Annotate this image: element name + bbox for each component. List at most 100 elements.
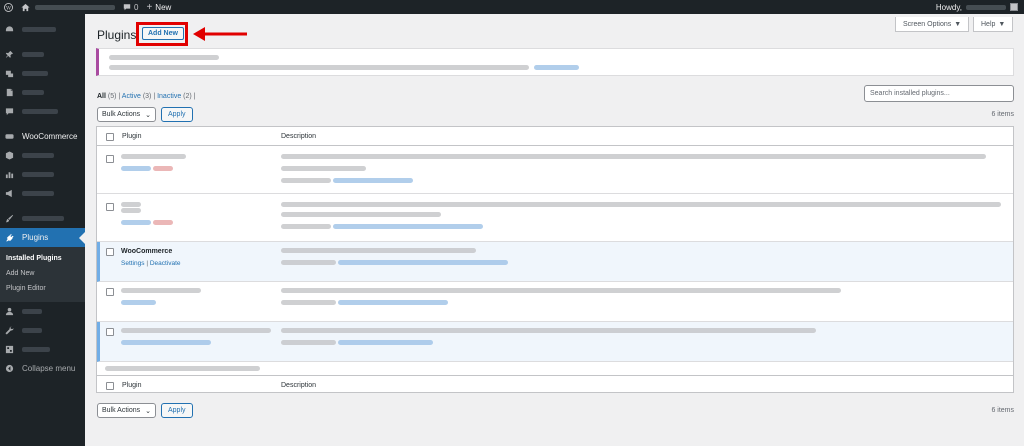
plugin-action-blurred[interactable] — [121, 166, 151, 171]
apply-button-top[interactable]: Apply — [161, 107, 193, 122]
plugin-action-blurred[interactable] — [121, 340, 211, 345]
comments-link[interactable]: 0 — [119, 0, 142, 14]
submenu-plugin-editor[interactable]: Plugin Editor — [0, 281, 85, 296]
pages-icon — [5, 88, 14, 97]
notice-row-blurred — [105, 366, 260, 371]
menu-plugins[interactable]: Plugins — [0, 228, 85, 247]
description-blurred — [281, 154, 986, 159]
wordpress-logo-icon[interactable]: W — [0, 0, 17, 14]
col-footer-plugin[interactable]: Plugin — [122, 382, 141, 389]
site-name-blurred — [35, 4, 115, 10]
bar-chart-icon — [5, 170, 14, 179]
new-content-link[interactable]: + New — [142, 0, 175, 14]
media-icon — [5, 69, 14, 78]
plugin-name-blurred — [121, 328, 271, 333]
description-blurred — [281, 328, 816, 333]
menu-label-blurred — [22, 52, 44, 57]
col-footer-description: Description — [281, 382, 317, 389]
menu-label-blurred — [22, 90, 44, 95]
filter-all[interactable]: All — [97, 93, 106, 100]
chevron-down-icon: ⌄ — [145, 111, 152, 119]
my-account[interactable]: Howdy, — [936, 3, 1024, 12]
plugin-action-blurred[interactable] — [121, 300, 156, 305]
menu-media[interactable] — [0, 64, 85, 83]
plugin-delete-blurred[interactable] — [153, 220, 173, 225]
meta-link-blurred — [338, 340, 433, 345]
bulk-actions-select-bottom[interactable]: Bulk Actions ⌄ — [97, 403, 157, 418]
comment-icon — [123, 4, 131, 11]
row-checkbox[interactable] — [106, 155, 114, 163]
select-all-checkbox[interactable] — [106, 133, 114, 141]
avatar — [1010, 3, 1018, 11]
row-checkbox[interactable] — [106, 248, 114, 256]
username-blurred — [966, 4, 1006, 10]
menu-dashboard[interactable] — [0, 20, 85, 39]
comments-count: 0 — [134, 2, 139, 12]
menu-comments[interactable] — [0, 102, 85, 121]
table-header: Plugin Description — [97, 127, 1013, 146]
filter-active-count: (3) — [142, 93, 152, 100]
plugin-delete-blurred[interactable] — [153, 166, 173, 171]
table-row — [97, 146, 1013, 194]
notice-text-blurred — [109, 55, 219, 60]
meta-blurred — [281, 340, 336, 345]
collapse-menu-button[interactable]: Collapse menu — [0, 359, 85, 378]
row-checkbox[interactable] — [106, 203, 114, 211]
table-footer: Plugin Description — [97, 375, 1013, 394]
deactivate-link[interactable]: Deactivate — [150, 260, 181, 267]
select-all-checkbox-footer[interactable] — [106, 382, 114, 390]
submenu-installed-plugins[interactable]: Installed Plugins — [0, 251, 85, 266]
search-plugins-input[interactable]: Search installed plugins... — [864, 85, 1014, 102]
help-label: Help — [981, 20, 996, 28]
screen-options-button[interactable]: Screen Options ▼ — [895, 17, 970, 32]
meta-link-blurred — [333, 178, 413, 183]
table-row-woocommerce: WooCommerce Settings | Deactivate — [97, 242, 1013, 282]
table-row — [97, 362, 1013, 375]
menu-products[interactable] — [0, 146, 85, 165]
comment-icon — [5, 107, 14, 116]
menu-label-blurred — [22, 191, 54, 196]
menu-tools[interactable] — [0, 321, 85, 340]
table-row — [97, 322, 1013, 362]
site-name-link[interactable] — [17, 0, 119, 14]
settings-link[interactable]: Settings — [121, 260, 145, 267]
menu-settings[interactable] — [0, 340, 85, 359]
row-checkbox[interactable] — [106, 288, 114, 296]
help-button[interactable]: Help ▼ — [973, 17, 1014, 32]
plugin-name-blurred — [121, 154, 186, 159]
items-count-top: 6 items — [991, 111, 1014, 118]
menu-posts[interactable] — [0, 45, 85, 64]
submenu-add-new[interactable]: Add New — [0, 266, 85, 281]
menu-marketing[interactable] — [0, 184, 85, 203]
filter-inactive[interactable]: Inactive — [157, 93, 181, 100]
menu-label-blurred — [22, 109, 58, 114]
description-blurred — [281, 166, 366, 171]
menu-appearance[interactable] — [0, 209, 85, 228]
row-checkbox[interactable] — [106, 328, 114, 336]
menu-pages[interactable] — [0, 83, 85, 102]
filter-active[interactable]: Active — [122, 93, 141, 100]
menu-analytics[interactable] — [0, 165, 85, 184]
col-header-plugin[interactable]: Plugin — [122, 133, 141, 140]
user-icon — [5, 307, 14, 316]
meta-link-blurred — [338, 260, 508, 265]
menu-users[interactable] — [0, 302, 85, 321]
menu-label-blurred — [22, 328, 42, 333]
megaphone-icon — [5, 189, 14, 198]
chevron-down-icon: ⌄ — [145, 407, 152, 415]
menu-woocommerce[interactable]: WooCommerce — [0, 127, 85, 146]
notice-link-blurred — [534, 65, 579, 70]
wrench-icon — [5, 326, 14, 335]
meta-blurred — [281, 260, 336, 265]
plus-icon: + — [146, 1, 153, 13]
new-label: New — [155, 2, 172, 12]
menu-label-blurred — [22, 309, 42, 314]
meta-blurred — [281, 300, 336, 305]
plugin-name-blurred — [121, 288, 201, 293]
meta-link-blurred — [338, 300, 448, 305]
apply-button-bottom[interactable]: Apply — [161, 403, 193, 418]
bulk-actions-select-top[interactable]: Bulk Actions ⌄ — [97, 107, 157, 122]
screen-options-label: Screen Options — [903, 20, 952, 28]
menu-label-blurred — [22, 172, 54, 177]
plugin-action-blurred[interactable] — [121, 220, 151, 225]
